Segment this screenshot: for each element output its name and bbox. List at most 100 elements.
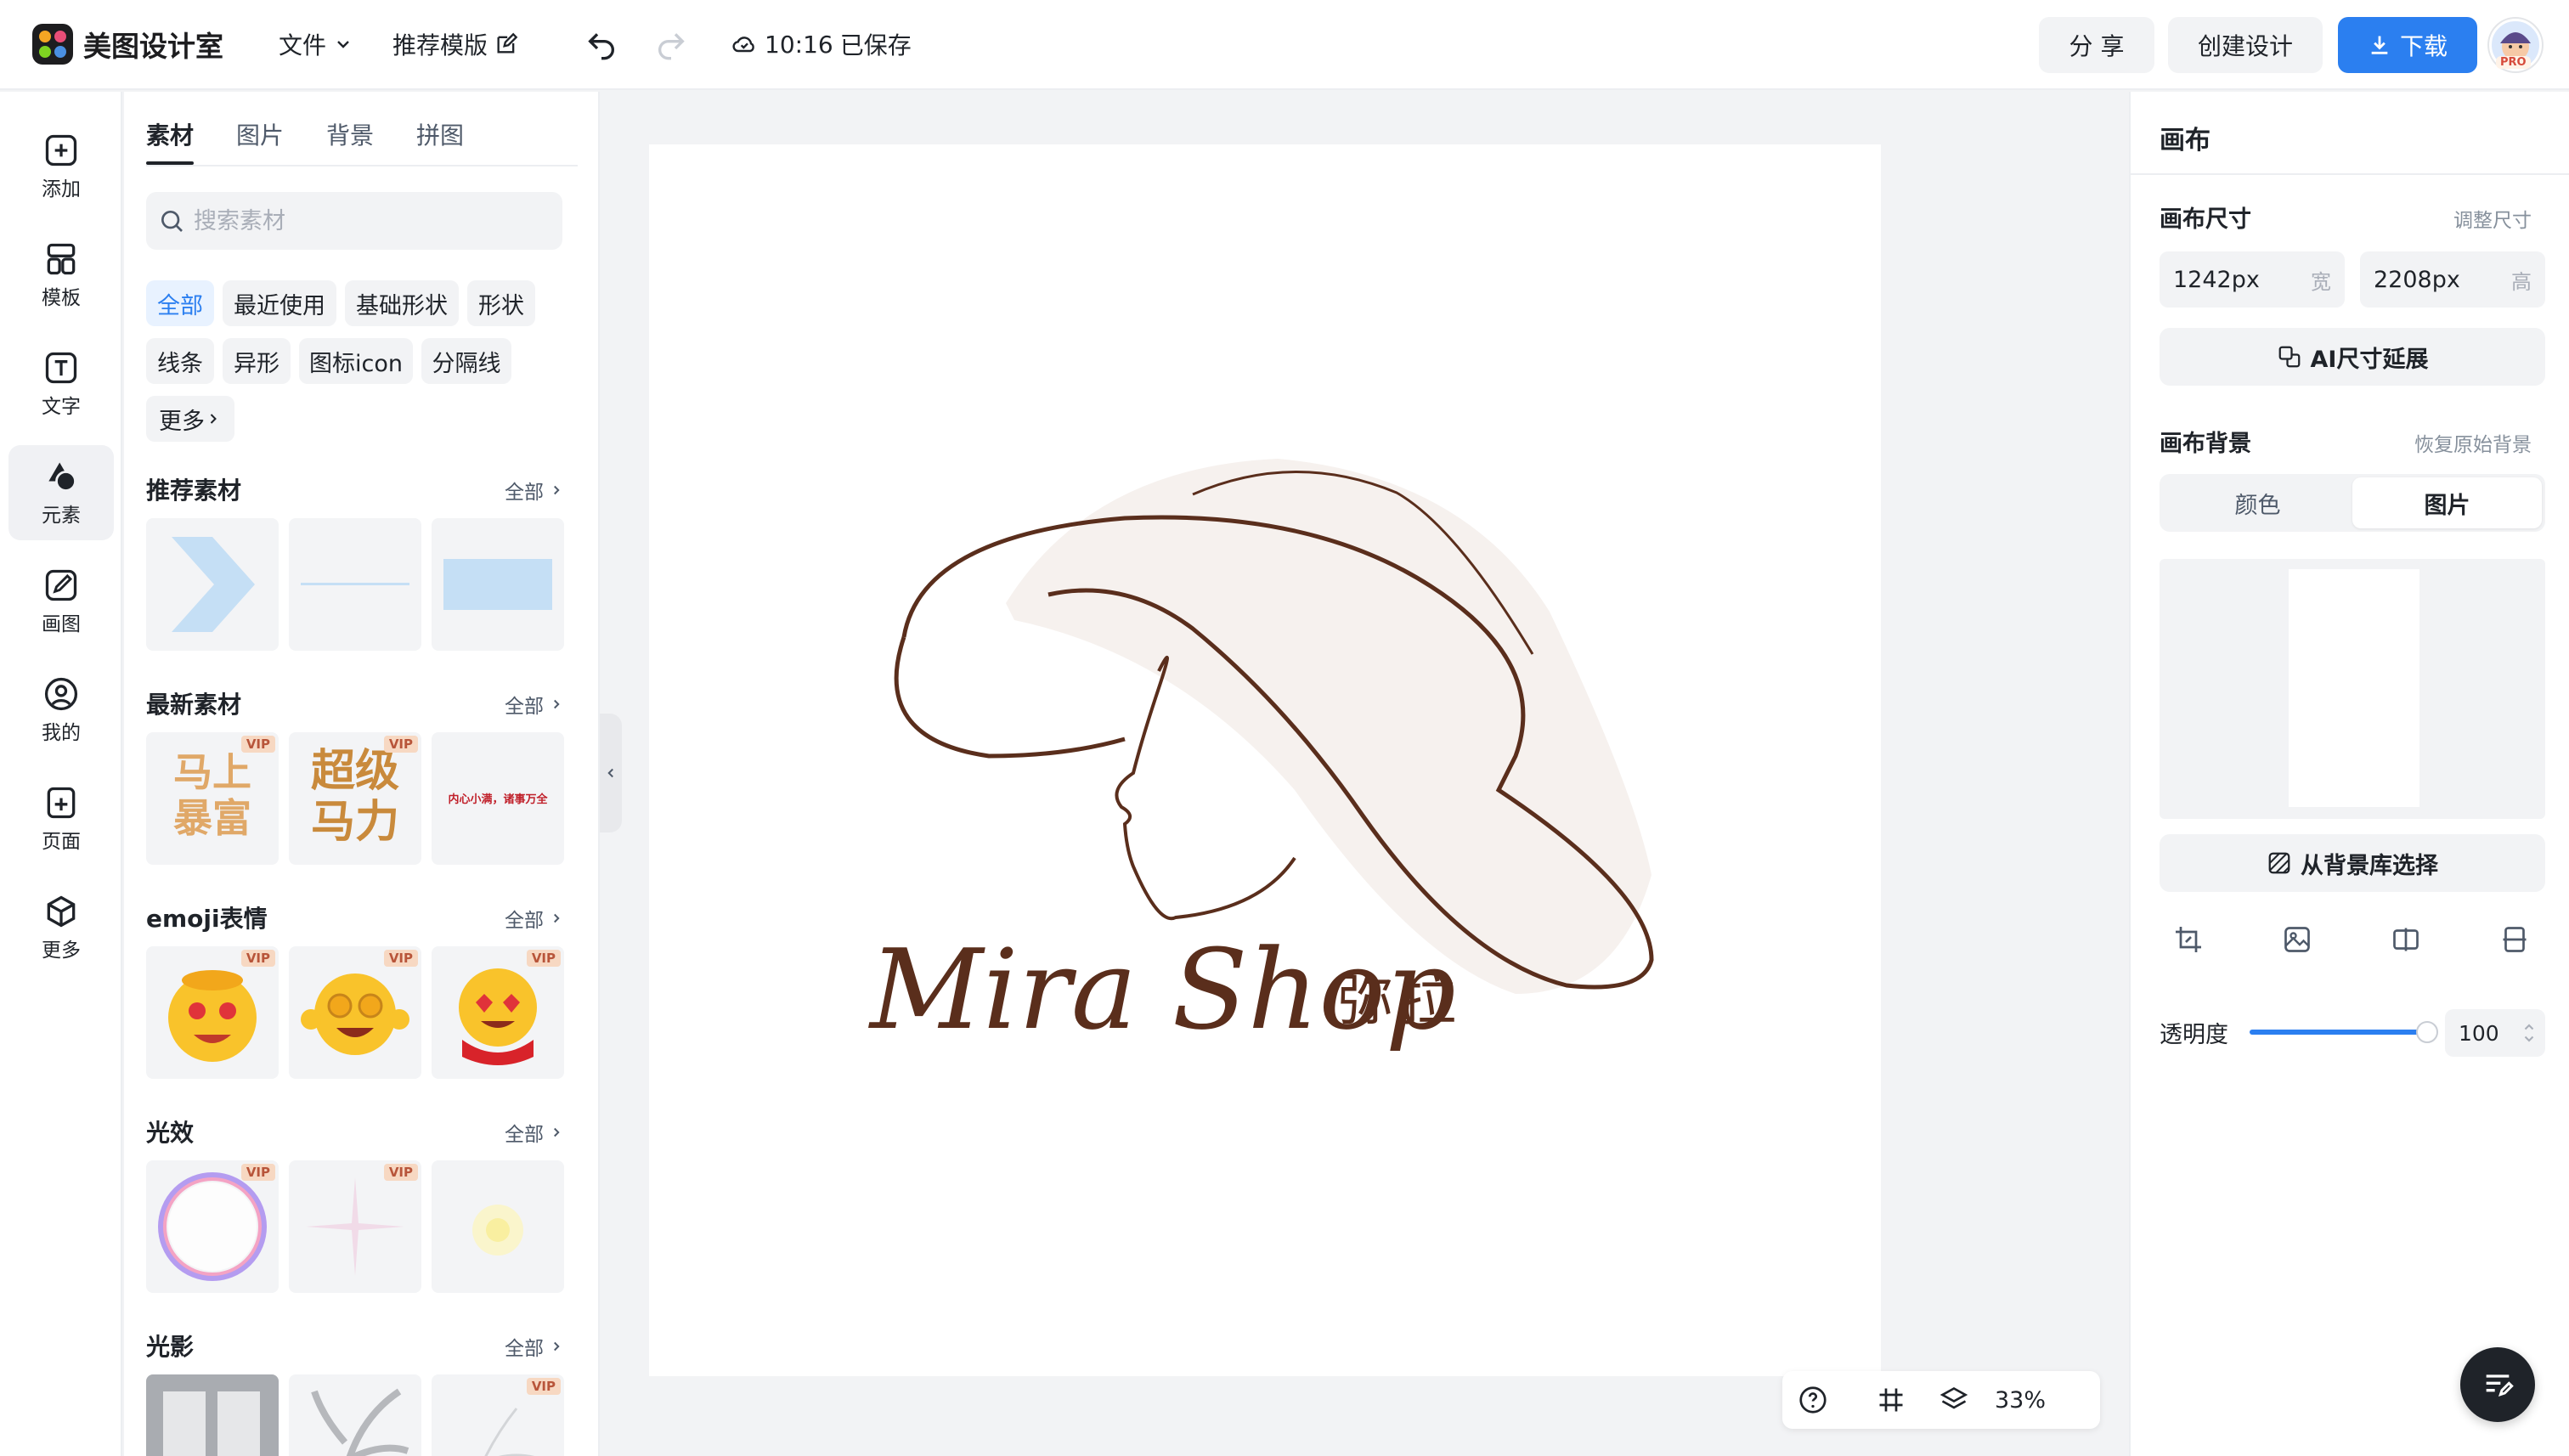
chip-more[interactable]: 更多 (146, 396, 234, 442)
crop-icon[interactable] (2173, 924, 2204, 955)
section-title-light-shadow: 光影 (146, 1333, 195, 1361)
ai-extend-button[interactable]: AI尺寸延展 (2160, 328, 2545, 386)
grid-icon[interactable] (1876, 1385, 1906, 1415)
vip-badge: VIP (383, 950, 418, 967)
nav-page[interactable]: 页面 (8, 771, 114, 866)
elements-icon (48, 462, 76, 492)
tab-divider (146, 165, 578, 166)
section-all-newest[interactable]: 全部 (505, 690, 564, 719)
chip-icons[interactable]: 图标icon (299, 338, 413, 384)
width-value: 1242px (2173, 266, 2260, 293)
tile-emoji-heart-eyes[interactable]: VIP (432, 946, 564, 1079)
assets-panel: 素材 图片 背景 拼图 全部 最近使用 基础形状 形状 线条 异形 图标icon… (124, 92, 600, 1456)
width-field[interactable]: 1242px 宽 (2160, 251, 2345, 308)
chip-recent[interactable]: 最近使用 (223, 280, 336, 326)
tile-text-fortune[interactable]: 马上 暴富 VIP (146, 732, 279, 865)
help-icon[interactable] (1798, 1385, 1828, 1415)
chip-irregular[interactable]: 异形 (223, 338, 291, 384)
download-button[interactable]: 下载 (2338, 17, 2477, 73)
tab-images[interactable]: 图片 (236, 117, 284, 165)
tile-text-power[interactable]: 超级 马力 VIP (289, 732, 421, 865)
restore-bg-link[interactable]: 恢复原始背景 (2414, 428, 2532, 457)
more-cube-icon (47, 895, 76, 928)
tile-chevron-shape[interactable] (146, 518, 279, 651)
from-library-button[interactable]: 从背景库选择 (2160, 834, 2545, 892)
tile-line-shape[interactable] (289, 518, 421, 651)
logo-cn-text[interactable]: 弥拉 (1337, 968, 1463, 1033)
panel-title: 画布 (2160, 126, 2210, 155)
tile-light-glow[interactable] (432, 1160, 564, 1293)
opacity-input[interactable]: 100 (2445, 1009, 2545, 1057)
assistant-fab-button[interactable] (2460, 1347, 2535, 1422)
share-button[interactable]: 分 享 (2039, 17, 2154, 73)
panel-tabs: 素材 图片 背景 拼图 (146, 117, 464, 165)
tile-light-bubble[interactable]: VIP (146, 1160, 279, 1293)
window-shadow-icon (146, 1374, 279, 1456)
create-design-button[interactable]: 创建设计 (2168, 17, 2323, 73)
zoom-level[interactable]: 33% (1995, 1387, 2046, 1414)
adjust-image-icon[interactable] (2282, 924, 2312, 955)
tile-rect-shape[interactable] (432, 518, 564, 651)
chevron-right-icon (554, 1127, 560, 1137)
tile-text-slogan[interactable]: 内心小满，诸事万全 (432, 732, 564, 865)
tile-emoji-money-face[interactable]: VIP (146, 946, 279, 1079)
stepper-icon[interactable] (2521, 1020, 2537, 1046)
section-all-recommended[interactable]: 全部 (505, 476, 564, 505)
chip-all[interactable]: 全部 (146, 280, 214, 326)
flip-horizontal-icon[interactable] (2391, 924, 2421, 955)
tile-text-power-label: 超级 马力 (310, 746, 399, 848)
undo-icon[interactable] (584, 27, 618, 61)
canvas-bg-label: 画布背景 (2160, 431, 2251, 457)
collapse-panel-button[interactable] (600, 714, 622, 832)
resize-link[interactable]: 调整尺寸 (2453, 204, 2532, 233)
nav-text[interactable]: 文字 (8, 336, 114, 432)
opacity-slider-track[interactable] (2250, 1030, 2428, 1035)
flip-vertical-icon[interactable] (2499, 924, 2530, 955)
search-input[interactable] (194, 207, 534, 234)
tile-shadow-branch[interactable]: VIP (432, 1374, 564, 1456)
redo-icon[interactable] (654, 27, 688, 61)
app-logo[interactable]: 美图设计室 (32, 24, 223, 65)
nav-elements[interactable]: 元素 (8, 445, 114, 540)
vip-badge: VIP (383, 1164, 418, 1181)
tile-shadow-window[interactable] (146, 1374, 279, 1456)
tile-text-slogan-label: 内心小满，诸事万全 (448, 793, 548, 806)
opacity-slider-handle[interactable] (2416, 1021, 2438, 1043)
nav-more[interactable]: 更多 (8, 880, 114, 975)
chip-shapes[interactable]: 形状 (467, 280, 535, 326)
glow-icon (472, 1205, 523, 1256)
tab-backgrounds[interactable]: 背景 (326, 117, 374, 165)
palm-shadow-icon (311, 1388, 409, 1456)
height-field[interactable]: 2208px 高 (2360, 251, 2545, 308)
opacity-label: 透明度 (2160, 1022, 2228, 1048)
tile-emoji-coin-eyes[interactable]: VIP (289, 946, 421, 1079)
chip-lines[interactable]: 线条 (146, 338, 214, 384)
tile-light-sparkle[interactable]: VIP (289, 1160, 421, 1293)
nav-draw[interactable]: 画图 (8, 554, 114, 649)
design-canvas[interactable]: Mira Shop 弥拉 (649, 144, 1881, 1376)
chip-dividers[interactable]: 分隔线 (421, 338, 511, 384)
tab-collage[interactable]: 拼图 (416, 117, 464, 165)
bg-type-color[interactable]: 颜色 (2163, 477, 2352, 528)
search-box[interactable] (146, 192, 562, 250)
section-all-light-effects[interactable]: 全部 (505, 1118, 564, 1147)
nav-template[interactable]: 模板 (8, 228, 114, 323)
draw-icon (45, 569, 77, 601)
template-icon (47, 243, 76, 275)
pro-badge: PRO (2496, 56, 2531, 69)
tab-materials[interactable]: 素材 (146, 117, 195, 165)
bg-preview[interactable] (2160, 559, 2545, 819)
text-icon (45, 352, 77, 384)
hat-woman-logo[interactable]: Mira Shop 弥拉 (649, 144, 1881, 1376)
recommend-template-button[interactable]: 推荐模版 (392, 27, 518, 61)
nav-add[interactable]: 添加 (8, 119, 114, 214)
vip-badge: VIP (240, 736, 275, 753)
section-all-emoji[interactable]: 全部 (505, 904, 564, 933)
chip-basic-shapes[interactable]: 基础形状 (345, 280, 459, 326)
nav-mine[interactable]: 我的 (8, 663, 114, 758)
layers-icon[interactable] (1939, 1385, 1969, 1415)
bg-type-image[interactable]: 图片 (2352, 477, 2542, 528)
section-all-light-shadow[interactable]: 全部 (505, 1332, 564, 1361)
file-menu[interactable]: 文件 (279, 27, 353, 61)
tile-shadow-palm[interactable] (289, 1374, 421, 1456)
